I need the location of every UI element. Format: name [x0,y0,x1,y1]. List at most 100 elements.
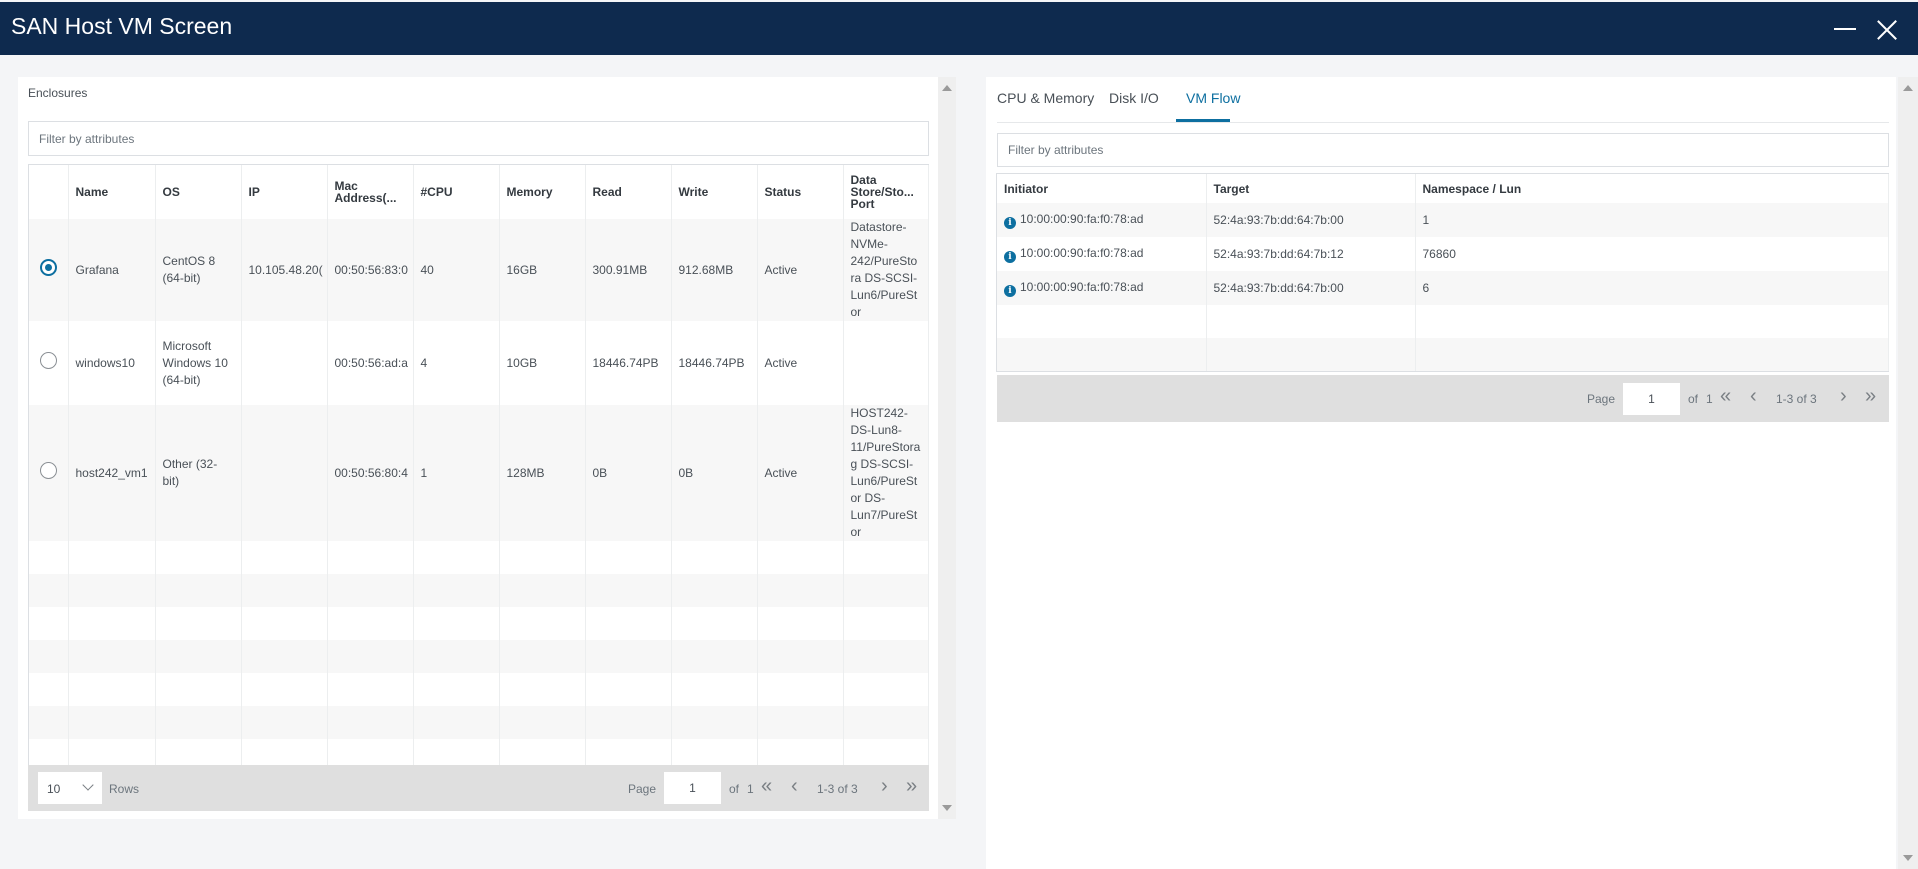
page-number-input[interactable] [664,772,721,804]
col-header-status[interactable]: Status [757,165,844,219]
cell-target: 52:4a:93:7b:dd:64:7b:00 [1206,271,1416,305]
page-label: Page [628,782,657,796]
scroll-down-icon[interactable] [1903,855,1913,861]
cell-initiator: 10:00:00:90:fa:f0:78:ad [1020,280,1144,294]
row-radio[interactable] [39,462,57,479]
enclosures-filter-input[interactable] [28,121,929,156]
rows-per-page-value: 10 [47,782,61,796]
cell-os: Microsoft Windows 10 (64-bit) [155,321,242,405]
col-header-select [29,165,69,219]
empty-row [29,706,929,739]
first-page-icon[interactable]: « [761,776,772,796]
cell-cpu: 40 [413,219,500,321]
cell-memory: 16GB [499,219,586,321]
vmflow-table-container: Initiator Target Namespace / Lun i 10:00:… [996,173,1889,372]
window-title: SAN Host VM Screen [11,13,233,39]
info-icon[interactable]: i [1004,217,1016,229]
vmflow-pagination: Page of 1 « ‹ 1-3 of 3 › » [997,375,1889,422]
col-header-target[interactable]: Target [1206,174,1416,203]
cell-status: Active [757,405,844,541]
cell-datastore [843,321,929,405]
table-row[interactable]: host242_vm1 Other (32-bit) 00:50:56:80:4… [29,405,929,541]
enclosures-label: Enclosures [28,86,88,100]
minimize-icon[interactable] [1834,28,1856,30]
cell-ip [241,405,328,541]
of-label: of [1688,392,1699,406]
empty-row [29,607,929,640]
info-icon[interactable]: i [1004,285,1016,297]
scroll-up-icon[interactable] [1903,85,1913,91]
close-icon[interactable] [1876,16,1898,42]
enclosures-table-container: Name OS IP Mac Address(... #CPU Memory R… [28,164,929,773]
col-header-datastore[interactable]: Data Store/Sto... Port [843,165,929,219]
col-header-cpu[interactable]: #CPU [413,165,500,219]
empty-row [29,673,929,706]
details-scrollbar[interactable] [1898,77,1918,869]
enclosures-panel: Enclosures Name OS IP Mac Address(... #C… [18,77,938,819]
empty-row [997,305,1889,338]
next-page-icon[interactable]: › [1840,386,1847,406]
cell-initiator: 10:00:00:90:fa:f0:78:ad [1020,246,1144,260]
of-label: of [729,782,740,796]
enclosures-scrollbar[interactable] [938,77,956,819]
cell-name: host242_vm1 [68,405,156,541]
tab-cpu-memory[interactable]: CPU & Memory [997,90,1094,106]
col-header-name[interactable]: Name [68,165,156,219]
col-header-ip[interactable]: IP [241,165,328,219]
rows-label: Rows [109,782,140,796]
record-range: 1-3 of 3 [817,782,858,796]
cell-write: 18446.74PB [671,321,758,405]
first-page-icon[interactable]: « [1720,386,1731,406]
cell-cpu: 4 [413,321,500,405]
last-page-icon[interactable]: » [1865,386,1876,406]
col-header-memory[interactable]: Memory [499,165,586,219]
details-panel: CPU & Memory Disk I/O VM Flow Initiator … [986,77,1896,869]
table-row[interactable]: i 10:00:00:90:fa:f0:78:ad 52:4a:93:7b:dd:… [997,203,1889,237]
col-header-os[interactable]: OS [155,165,242,219]
empty-row [997,338,1889,371]
prev-page-icon[interactable]: ‹ [791,776,798,796]
row-radio[interactable] [39,352,57,369]
cell-read: 18446.74PB [585,321,672,405]
table-row[interactable]: i 10:00:00:90:fa:f0:78:ad 52:4a:93:7b:dd:… [997,271,1889,305]
table-row[interactable]: Grafana CentOS 8 (64-bit) 10.105.48.20( … [29,219,929,321]
scroll-down-icon[interactable] [942,805,952,811]
row-radio-selected[interactable] [39,259,57,276]
cell-write: 0B [671,405,758,541]
col-header-initiator[interactable]: Initiator [997,174,1207,203]
col-header-write[interactable]: Write [671,165,758,219]
table-row[interactable]: i 10:00:00:90:fa:f0:78:ad 52:4a:93:7b:dd:… [997,237,1889,271]
vmflow-table: Initiator Target Namespace / Lun i 10:00:… [997,174,1889,371]
page-number-input[interactable] [1623,383,1680,415]
empty-row [29,541,929,574]
cell-lun: 1 [1415,203,1889,237]
col-header-mac[interactable]: Mac Address(... [327,165,414,219]
cell-mac: 00:50:56:80:4 [327,405,414,541]
last-page-icon[interactable]: » [906,776,917,796]
cell-target: 52:4a:93:7b:dd:64:7b:12 [1206,237,1416,271]
next-page-icon[interactable]: › [881,776,888,796]
cell-os: CentOS 8 (64-bit) [155,219,242,321]
cell-mac: 00:50:56:ad:a [327,321,414,405]
col-header-read[interactable]: Read [585,165,672,219]
title-bar: SAN Host VM Screen [0,2,1918,55]
vmflow-header-row: Initiator Target Namespace / Lun [997,174,1889,203]
enclosures-header-row: Name OS IP Mac Address(... #CPU Memory R… [29,165,929,219]
scroll-up-icon[interactable] [942,85,952,91]
cell-name: Grafana [68,219,156,321]
cell-status: Active [757,321,844,405]
prev-page-icon[interactable]: ‹ [1750,386,1757,406]
col-header-namespace-lun[interactable]: Namespace / Lun [1415,174,1889,203]
tab-disk-io[interactable]: Disk I/O [1109,90,1159,106]
cell-memory: 10GB [499,321,586,405]
cell-lun: 76860 [1415,237,1889,271]
info-icon[interactable]: i [1004,251,1016,263]
tab-vm-flow[interactable]: VM Flow [1186,90,1240,106]
rows-per-page-select[interactable]: 10 [38,772,102,804]
table-row[interactable]: windows10 Microsoft Windows 10 (64-bit) … [29,321,929,405]
empty-row [29,640,929,673]
cell-status: Active [757,219,844,321]
vmflow-filter-input[interactable] [997,133,1889,167]
cell-os: Other (32-bit) [155,405,242,541]
cell-write: 912.68MB [671,219,758,321]
